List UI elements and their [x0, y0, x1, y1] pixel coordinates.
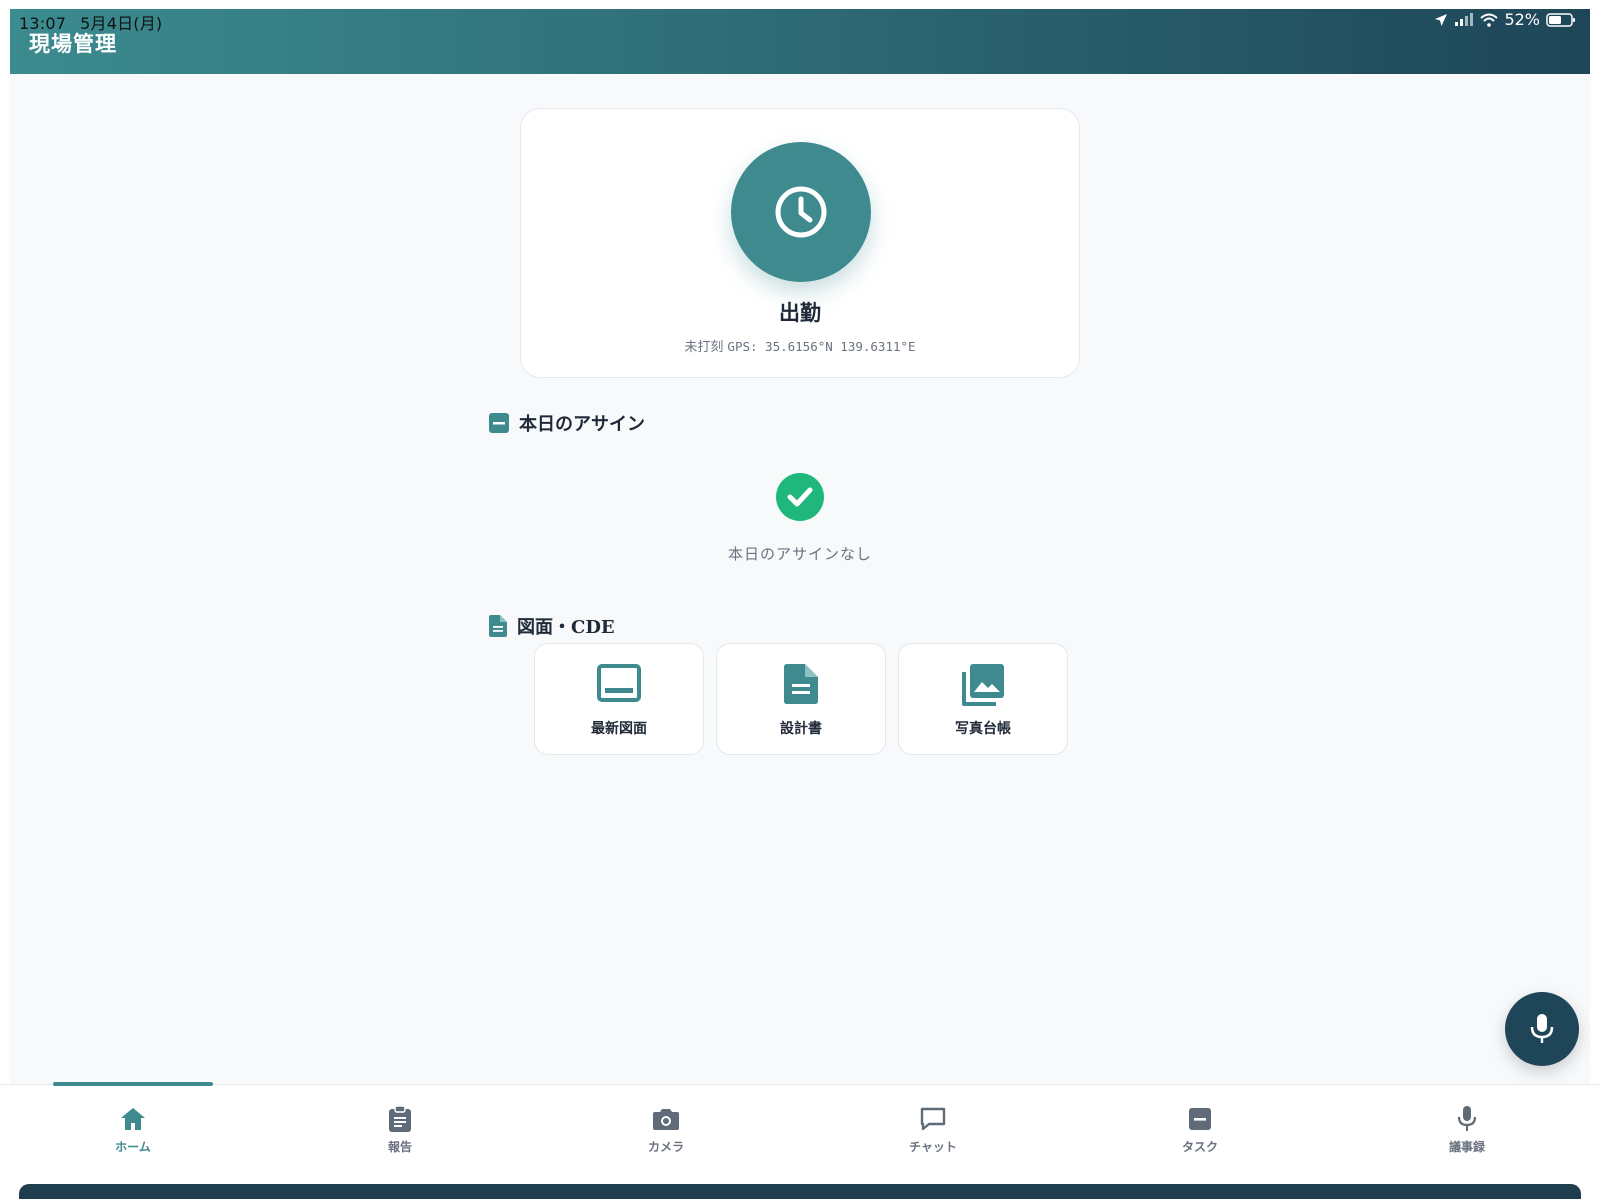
gps-coordinates: GPS: 35.6156°N 139.6311°E — [727, 339, 916, 354]
tab-task[interactable]: タスク — [1140, 1105, 1260, 1155]
chat-icon — [920, 1107, 946, 1131]
home-icon — [121, 1108, 145, 1130]
bottom-tab-bar: ホーム 報告 カメラ チャット タスク 議事録 — [0, 1082, 1600, 1199]
tab-chat[interactable]: チャット — [873, 1105, 993, 1155]
tab-home-label: ホーム — [115, 1140, 151, 1154]
attendance-status-line: 未打刻 GPS: 35.6156°N 139.6311°E — [521, 336, 1079, 355]
task-icon — [1189, 1108, 1211, 1130]
clock-in-button[interactable] — [731, 142, 871, 282]
battery-icon — [1546, 12, 1575, 27]
mic-icon — [1530, 1014, 1554, 1043]
tab-camera-label: カメラ — [647, 1140, 684, 1154]
tile-design-docs-label: 設計書 — [780, 721, 822, 737]
check-circle-icon — [776, 473, 824, 521]
tile-latest-drawings[interactable]: 最新図面 — [534, 643, 704, 755]
camera-icon — [653, 1109, 679, 1130]
clock-icon — [775, 186, 827, 238]
active-tab-indicator — [53, 1082, 213, 1086]
mic-icon — [1457, 1106, 1477, 1131]
tab-minutes-label: 議事録 — [1448, 1140, 1485, 1154]
tab-report[interactable]: 報告 — [340, 1105, 460, 1155]
section-cde-header: 図面・CDE — [489, 613, 615, 639]
tab-camera[interactable]: カメラ — [606, 1105, 726, 1155]
tab-task-label: タスク — [1181, 1140, 1218, 1154]
home-indicator-bar — [19, 1184, 1581, 1199]
attendance-card: 出勤 未打刻 GPS: 35.6156°N 139.6311°E — [520, 108, 1080, 378]
battery-percent: 52% — [1504, 10, 1540, 29]
location-icon — [1435, 13, 1448, 26]
tab-home[interactable]: ホーム — [73, 1105, 193, 1155]
tile-design-docs[interactable]: 設計書 — [716, 643, 886, 755]
clipboard-icon — [389, 1106, 411, 1132]
section-assign-title: 本日のアサイン — [519, 414, 645, 435]
section-cde-title: 図面・CDE — [517, 617, 615, 638]
app-title: 現場管理 — [29, 31, 117, 56]
tile-latest-drawings-label: 最新図面 — [591, 721, 647, 737]
status-bar-right: 52% — [1434, 10, 1576, 29]
document-icon — [489, 615, 507, 637]
drawing-icon — [597, 664, 641, 702]
attendance-status: 未打刻 — [684, 340, 724, 355]
app-header: 13:07 5月4日(月) 52% 現場管理 — [10, 9, 1590, 74]
tile-photo-ledger-label: 写真台帳 — [955, 721, 1011, 737]
app-frame: 13:07 5月4日(月) 52% 現場管理 出勤 未打刻 GPS: 35.6156… — [10, 9, 1590, 1084]
tile-photo-ledger[interactable]: 写真台帳 — [898, 643, 1068, 755]
document-icon — [784, 664, 818, 704]
voice-input-button[interactable] — [1505, 992, 1579, 1066]
task-icon — [489, 413, 509, 433]
tab-report-label: 報告 — [387, 1140, 412, 1154]
tab-minutes[interactable]: 議事録 — [1407, 1105, 1527, 1155]
wifi-icon — [1480, 13, 1499, 27]
section-assign-header: 本日のアサイン — [489, 410, 645, 436]
signal-icon — [1455, 12, 1474, 26]
photo-album-icon — [962, 664, 1004, 706]
attendance-label: 出勤 — [779, 300, 821, 325]
assign-empty-text: 本日のアサインなし — [727, 545, 872, 563]
tab-chat-label: チャット — [909, 1140, 957, 1154]
